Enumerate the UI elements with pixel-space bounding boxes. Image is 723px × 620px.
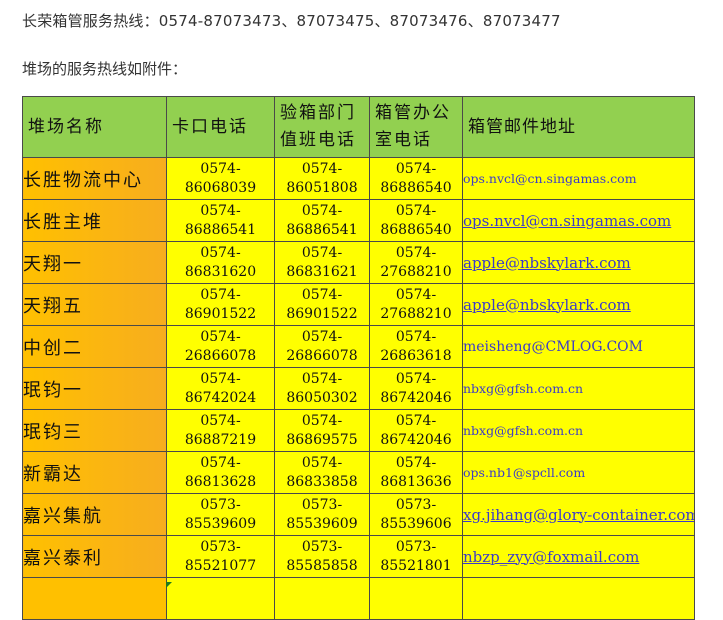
email-link[interactable]: ops.nvcl@cn.singamas.com	[462, 199, 695, 242]
inspection-phone: 0574- 86901522	[274, 283, 370, 326]
gate-phone: 0574- 86831620	[166, 241, 275, 284]
office-phone: 0574- 86886540	[369, 157, 463, 200]
header-inspection-phone: 验箱部门 值班电话	[274, 96, 370, 158]
table-row: 珉钧三 0574- 86887219 0574- 86869575 0574- 867…	[22, 409, 695, 452]
table-row: 天翔一 0574- 86831620 0574- 86831621 0574- 276…	[22, 241, 695, 284]
office-phone: 0574- 86742046	[369, 367, 463, 410]
email-link[interactable]: meisheng@CMLOG.COM	[462, 325, 695, 368]
cut-off-cell	[274, 577, 370, 620]
header-email: 箱管邮件地址	[462, 96, 695, 158]
inspection-phone: 0573- 85539609	[274, 493, 370, 536]
inspection-phone: 0574- 86869575	[274, 409, 370, 452]
header-inspection-line1: 验箱部门	[280, 103, 356, 123]
yard-name: 长胜物流中心	[22, 157, 167, 200]
gate-phone: 0574- 86887219	[166, 409, 275, 452]
gate-phone: 0574- 86813628	[166, 451, 275, 494]
office-phone: 0574- 27688210	[369, 283, 463, 326]
inspection-phone: 0574- 86051808	[274, 157, 370, 200]
hotline-text: 长荣箱管服务热线：0574-87073473、87073475、87073476…	[22, 12, 561, 30]
header-inspection-line2: 值班电话	[280, 130, 356, 150]
gate-phone: 0574- 86068039	[166, 157, 275, 200]
table-row: 天翔五 0574- 86901522 0574- 86901522 0574- 276…	[22, 283, 695, 326]
email-link[interactable]: nbxg@gfsh.com.cn	[462, 367, 695, 410]
table-row: 嘉兴泰利 0573- 85521077 0573- 85585858 0573- 85…	[22, 535, 695, 578]
table-row: 嘉兴集航 0573- 85539609 0573- 85539609 0573- 85…	[22, 493, 695, 536]
email-link[interactable]: apple@nbskylark.com	[462, 283, 695, 326]
header-office-line2: 室电话	[375, 130, 432, 150]
table-row: 长胜主堆 0574- 86886541 0574- 86886541 0574- 86…	[22, 199, 695, 242]
gate-phone: 0574- 86886541	[166, 199, 275, 242]
inspection-phone: 0574- 86886541	[274, 199, 370, 242]
table-row: 珉钧一 0574- 86742024 0574- 86050302 0574- 867…	[22, 367, 695, 410]
email-link[interactable]: nbzp_zyy@foxmail.com	[462, 535, 695, 578]
cut-off-cell	[369, 577, 463, 620]
yard-name: 嘉兴泰利	[22, 535, 167, 578]
gate-phone: 0574- 86742024	[166, 367, 275, 410]
header-gate-phone: 卡口电话	[166, 96, 275, 158]
cut-off-cell	[22, 577, 167, 620]
gate-phone: 0573- 85539609	[166, 493, 275, 536]
cut-off-cell	[462, 577, 695, 620]
yard-name: 中创二	[22, 325, 167, 368]
gate-phone: 0574- 26866078	[166, 325, 275, 368]
cell-comment-marker	[166, 582, 172, 588]
office-phone: 0574- 86742046	[369, 409, 463, 452]
yard-name: 嘉兴集航	[22, 493, 167, 536]
office-phone: 0573- 85521801	[369, 535, 463, 578]
inspection-phone: 0573- 85585858	[274, 535, 370, 578]
header-yard-name: 堆场名称	[22, 96, 167, 158]
yard-contact-table: 堆场名称 卡口电话 验箱部门值班电话 箱管办公室电话 箱管邮件地址 长胜物流中心…	[22, 96, 695, 620]
email-link[interactable]: apple@nbskylark.com	[462, 241, 695, 284]
yard-name: 珉钧一	[22, 367, 167, 410]
table-header-row: 堆场名称 卡口电话 验箱部门值班电话 箱管办公室电话 箱管邮件地址	[22, 96, 695, 158]
inspection-phone: 0574- 86831621	[274, 241, 370, 284]
email-link[interactable]: ops.nb1@spcll.com	[462, 451, 695, 494]
cut-off-cell	[166, 577, 275, 620]
intro-text: 堆场的服务热线如附件：	[22, 60, 188, 78]
inspection-phone: 0574- 86833858	[274, 451, 370, 494]
office-phone: 0574- 27688210	[369, 241, 463, 284]
office-phone: 0574- 26863618	[369, 325, 463, 368]
office-phone: 0574- 86886540	[369, 199, 463, 242]
gate-phone: 0573- 85521077	[166, 535, 275, 578]
gate-phone: 0574- 86901522	[166, 283, 275, 326]
office-phone: 0573- 85539606	[369, 493, 463, 536]
table-body: 长胜物流中心 0574- 86068039 0574- 86051808 0574-…	[22, 157, 695, 620]
table-row: 中创二 0574- 26866078 0574- 26866078 0574- 268…	[22, 325, 695, 368]
header-office-phone: 箱管办公 室电话	[369, 96, 463, 158]
yard-name: 珉钧三	[22, 409, 167, 452]
header-office-line1: 箱管办公	[375, 103, 451, 123]
table-row: 长胜物流中心 0574- 86068039 0574- 86051808 0574-…	[22, 157, 695, 200]
email-link[interactable]: ops.nvcl@cn.singamas.com	[462, 157, 695, 200]
email-link[interactable]: xg.jihang@glory-container.com	[462, 493, 695, 536]
yard-name: 天翔一	[22, 241, 167, 284]
inspection-phone: 0574- 86050302	[274, 367, 370, 410]
email-link[interactable]: nbxg@gfsh.com.cn	[462, 409, 695, 452]
table-row-cut-off	[22, 577, 695, 620]
table-row: 新霸达 0574- 86813628 0574- 86833858 0574- 868…	[22, 451, 695, 494]
office-phone: 0574- 86813636	[369, 451, 463, 494]
yard-name: 天翔五	[22, 283, 167, 326]
yard-name: 新霸达	[22, 451, 167, 494]
inspection-phone: 0574- 26866078	[274, 325, 370, 368]
yard-name: 长胜主堆	[22, 199, 167, 242]
